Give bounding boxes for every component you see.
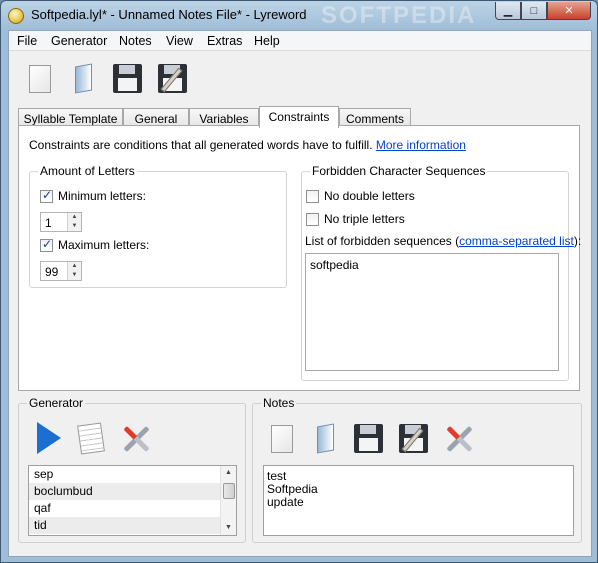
save-as-icon[interactable] bbox=[155, 62, 189, 96]
list-scrollbar[interactable]: ▲ ▼ bbox=[220, 466, 236, 535]
note-line: Softpedia bbox=[267, 482, 318, 496]
menu-help[interactable]: Help bbox=[254, 34, 280, 48]
notes-group: Notes test Softpedia update bbox=[252, 396, 582, 543]
group-title: Notes bbox=[261, 396, 297, 410]
minimum-letters-checkbox[interactable]: Minimum letters: bbox=[40, 188, 147, 203]
menu-extras[interactable]: Extras bbox=[207, 34, 242, 48]
forbidden-sequences-group: Forbidden Character Sequences No double … bbox=[301, 164, 581, 381]
new-file-icon[interactable] bbox=[21, 62, 55, 96]
generated-words-list[interactable]: sep boclumbud qaf tid ▲ ▼ bbox=[28, 465, 237, 536]
no-triple-letters-checkbox[interactable]: No triple letters bbox=[306, 212, 405, 226]
scroll-up-icon[interactable]: ▲ bbox=[221, 466, 236, 480]
menu-generator[interactable]: Generator bbox=[51, 34, 107, 48]
scroll-thumb[interactable] bbox=[223, 483, 235, 499]
group-title: Amount of Letters bbox=[38, 164, 137, 178]
checkbox-box[interactable] bbox=[306, 189, 319, 203]
app-window: Softpedia.lyl* - Unnamed Notes File* - L… bbox=[0, 0, 598, 563]
checkbox-label: Minimum letters: bbox=[58, 189, 147, 203]
open-file-icon[interactable] bbox=[65, 62, 99, 96]
tab-constraints[interactable]: Constraints bbox=[259, 106, 339, 128]
checkbox-box[interactable] bbox=[40, 237, 53, 252]
checkbox-box[interactable] bbox=[306, 212, 319, 226]
tools-icon[interactable] bbox=[120, 423, 152, 455]
watermark: SOFTPEDIA bbox=[321, 2, 477, 29]
note-line: update bbox=[267, 495, 304, 509]
open-file-icon[interactable] bbox=[307, 422, 341, 456]
stepper-value: 99 bbox=[45, 265, 59, 279]
save-as-icon[interactable] bbox=[396, 422, 430, 456]
list-item[interactable]: sep bbox=[29, 466, 236, 483]
menu-bar: File Generator Notes View Extras Help bbox=[9, 31, 591, 51]
stepper-value: 1 bbox=[45, 216, 52, 230]
stepper-down-icon[interactable]: ▼ bbox=[68, 271, 81, 280]
label-prefix: List of forbidden sequences ( bbox=[305, 234, 460, 248]
generator-group: Generator sep boclumbud qaf tid ▲ ▼ bbox=[18, 396, 246, 543]
more-information-link[interactable]: More information bbox=[376, 138, 466, 152]
constraints-panel: Constraints are conditions that all gene… bbox=[18, 125, 581, 391]
minimize-button[interactable]: ▁ bbox=[495, 2, 521, 20]
notepad-icon[interactable] bbox=[77, 422, 105, 455]
label-suffix: ): bbox=[573, 234, 582, 248]
app-icon[interactable] bbox=[8, 8, 24, 24]
checkbox-label: No triple letters bbox=[324, 212, 405, 226]
menu-notes[interactable]: Notes bbox=[119, 34, 152, 48]
play-icon[interactable] bbox=[37, 422, 61, 454]
amount-of-letters-group: Amount of Letters Minimum letters: 1 ▲▼ … bbox=[29, 164, 287, 288]
forbidden-sequences-input[interactable]: softpedia bbox=[305, 253, 559, 371]
intro-text: Constraints are conditions that all gene… bbox=[29, 138, 373, 152]
group-title: Forbidden Character Sequences bbox=[310, 164, 488, 178]
save-icon[interactable] bbox=[110, 62, 144, 96]
checkbox-box[interactable] bbox=[40, 188, 53, 203]
title-bar[interactable]: Softpedia.lyl* - Unnamed Notes File* - L… bbox=[1, 1, 597, 29]
forbidden-list-label: List of forbidden sequences (comma-separ… bbox=[305, 234, 581, 248]
stepper-up-icon[interactable]: ▲ bbox=[68, 213, 81, 222]
menu-file[interactable]: File bbox=[17, 34, 37, 48]
stepper-up-icon[interactable]: ▲ bbox=[68, 262, 81, 271]
maximum-letters-checkbox[interactable]: Maximum letters: bbox=[40, 237, 150, 252]
no-double-letters-checkbox[interactable]: No double letters bbox=[306, 189, 415, 203]
notes-text-area[interactable]: test Softpedia update bbox=[263, 465, 574, 536]
checkbox-label: No double letters bbox=[324, 189, 415, 203]
list-item[interactable]: tid bbox=[29, 517, 236, 534]
scroll-down-icon[interactable]: ▼ bbox=[221, 521, 236, 535]
maximum-letters-stepper[interactable]: 99 ▲ ▼ bbox=[40, 261, 82, 281]
constraints-intro: Constraints are conditions that all gene… bbox=[29, 138, 466, 152]
checkbox-label: Maximum letters: bbox=[58, 238, 150, 252]
list-item[interactable]: qaf bbox=[29, 500, 236, 517]
window-title: Softpedia.lyl* - Unnamed Notes File* - L… bbox=[31, 7, 307, 22]
minimum-letters-stepper[interactable]: 1 ▲ ▼ bbox=[40, 212, 82, 232]
client-area: File Generator Notes View Extras Help Sy… bbox=[8, 30, 592, 557]
comma-separated-list-link[interactable]: comma-separated list bbox=[459, 234, 574, 248]
maximize-button[interactable]: □ bbox=[521, 2, 547, 20]
new-file-icon[interactable] bbox=[263, 422, 297, 456]
stepper-down-icon[interactable]: ▼ bbox=[68, 222, 81, 231]
list-item[interactable]: boclumbud bbox=[29, 483, 236, 500]
save-icon[interactable] bbox=[351, 422, 385, 456]
menu-view[interactable]: View bbox=[166, 34, 193, 48]
tools-icon[interactable] bbox=[443, 423, 475, 455]
close-button[interactable]: ✕ bbox=[547, 2, 591, 20]
group-title: Generator bbox=[27, 396, 86, 410]
